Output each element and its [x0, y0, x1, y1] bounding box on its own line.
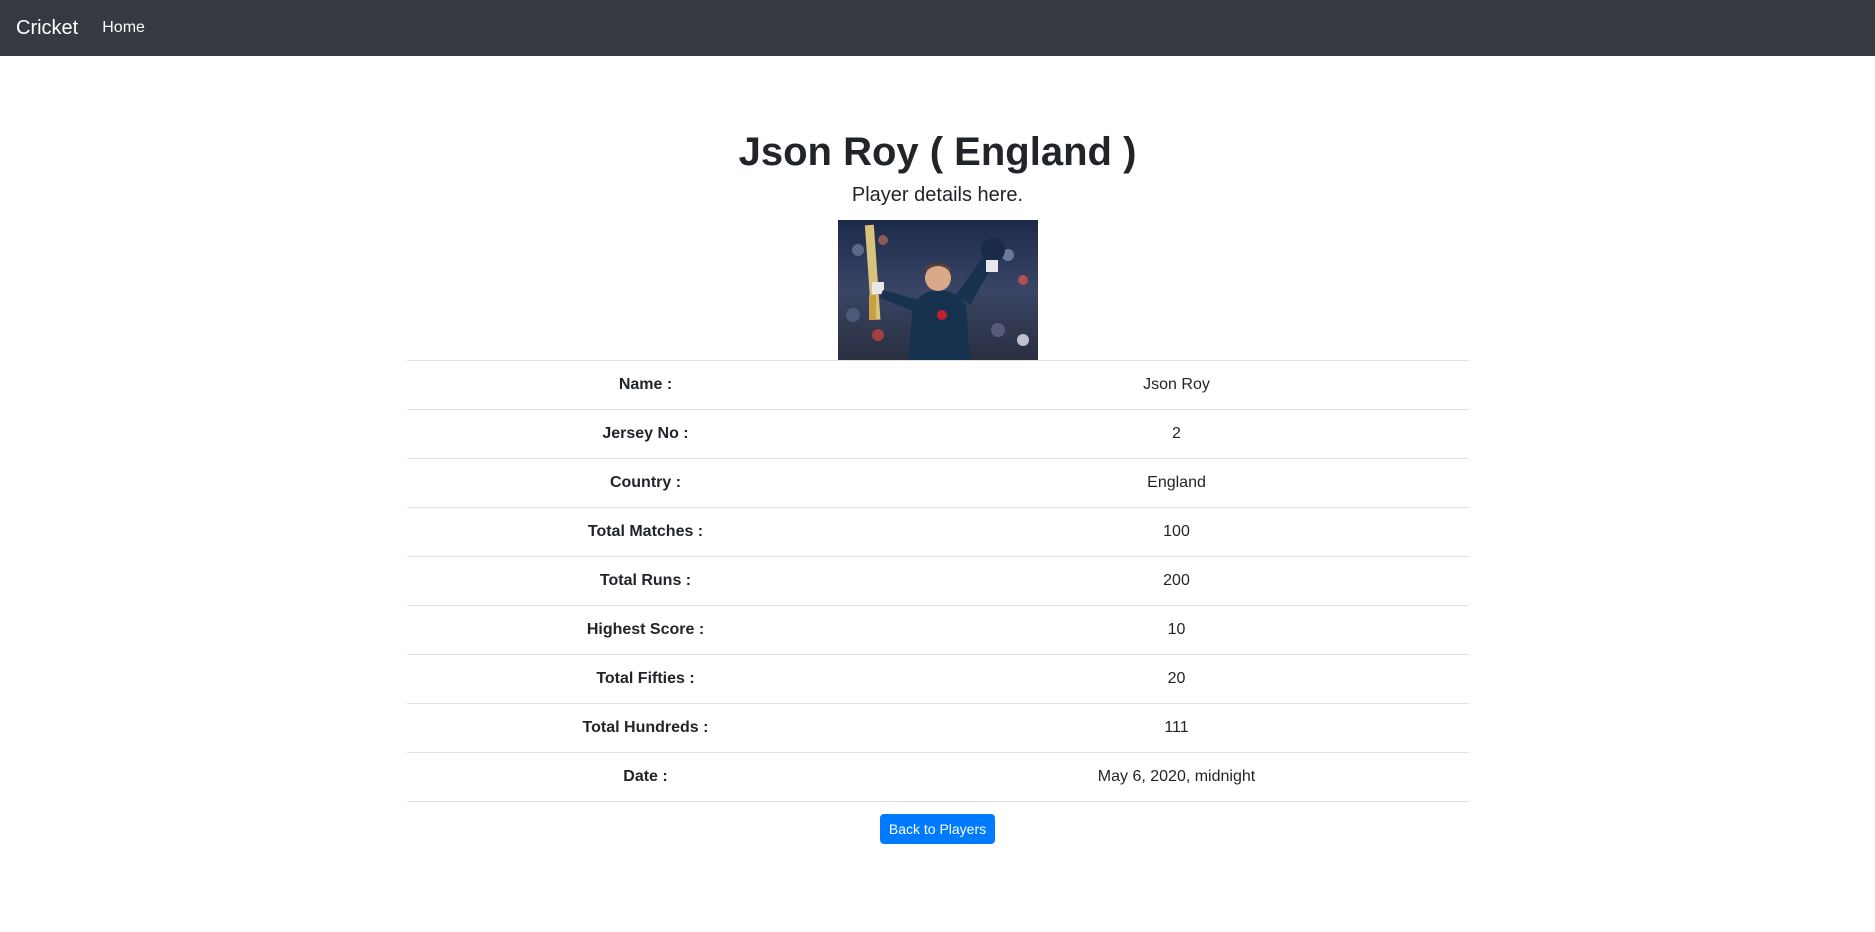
player-details-table: Name : Json Roy Jersey No :2 Country : Engla…	[406, 360, 1469, 802]
detail-row: Total Hundreds :111	[406, 703, 1469, 753]
detail-value: 200	[884, 556, 1469, 606]
detail-value: England	[884, 458, 1469, 508]
brand-link[interactable]: Cricket	[16, 17, 78, 40]
detail-value: 10	[884, 605, 1469, 655]
detail-label: Total Runs :	[406, 556, 885, 606]
player-photo	[837, 220, 1038, 360]
detail-value: 100	[884, 507, 1469, 557]
detail-row: Jersey No :2	[406, 409, 1469, 459]
detail-row: Total Matches :100	[406, 507, 1469, 557]
nav-link-home[interactable]: Home	[102, 19, 145, 37]
detail-value: 2	[884, 409, 1469, 459]
detail-label: Date :	[406, 752, 885, 802]
navbar: Cricket Home	[0, 0, 1875, 56]
detail-row: Total Runs :200	[406, 556, 1469, 606]
page-subtitle: Player details here.	[851, 184, 1024, 206]
detail-value: May 6, 2020, midnight	[884, 752, 1469, 802]
page-title: Json Roy ( England )	[738, 130, 1137, 174]
detail-label: Country :	[406, 458, 885, 508]
detail-row: Highest Score :10	[406, 605, 1469, 655]
back-to-players-button[interactable]: Back to Players	[879, 814, 996, 844]
detail-label: Jersey No :	[406, 409, 885, 459]
detail-row: Total Fifties :20	[406, 654, 1469, 704]
detail-label: Highest Score :	[406, 605, 885, 655]
detail-value: 111	[884, 703, 1469, 753]
detail-label: Total Hundreds :	[406, 703, 885, 753]
detail-value: 20	[884, 654, 1469, 704]
main-content: Json Roy ( England ) Player details here…	[406, 128, 1469, 844]
detail-label: Total Fifties :	[406, 654, 885, 704]
detail-row: Country : England	[406, 458, 1469, 508]
detail-row: Date : May 6, 2020, midnight	[406, 752, 1469, 802]
detail-value: Json Roy	[884, 360, 1469, 410]
detail-label: Name :	[406, 360, 885, 410]
detail-row: Name : Json Roy	[406, 360, 1469, 410]
detail-label: Total Matches :	[406, 507, 885, 557]
